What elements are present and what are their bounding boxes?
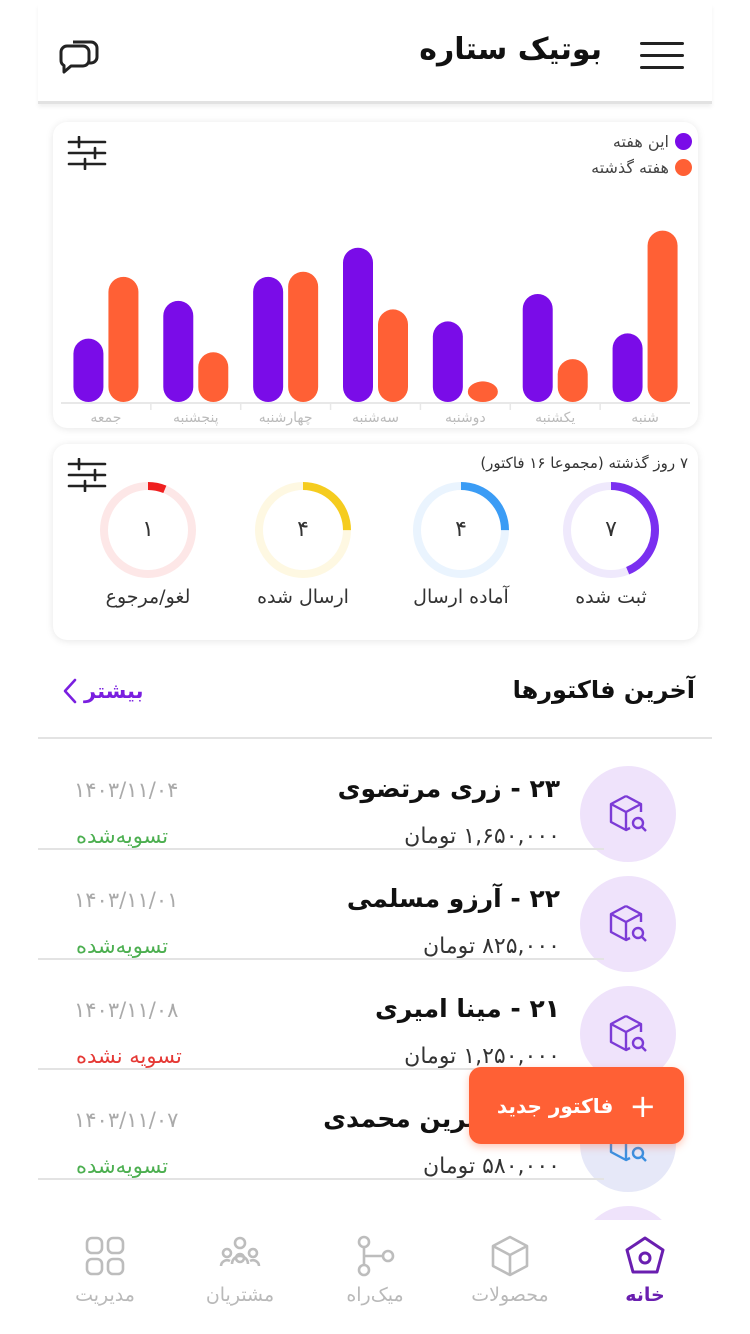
invoice-row[interactable]: ۲۲ - آرزو مسلمی ۱۴۰۳/۱۱/۰۱ ۸۲۵,۰۰۰ تومان… [38, 850, 712, 972]
invoice-status: تسویه‌شده [76, 934, 169, 958]
bar-this-week[interactable] [522, 294, 553, 402]
bar-last-week[interactable] [288, 271, 319, 402]
invoice-date: ۱۴۰۳/۱۱/۰۷ [74, 1108, 179, 1132]
package-search-icon [609, 1014, 647, 1052]
legend-item-last-week: هفته گذشته [591, 154, 692, 180]
invoice-row[interactable]: ۲۱ - مینا امیری ۱۴۰۳/۱۱/۰۸ ۱,۲۵۰,۰۰۰ توم… [38, 960, 712, 1082]
status-label-sent: ارسال شده [257, 586, 349, 608]
bottom-navigation: خانه محصولات میک‌راه مشتریان مدیریت [0, 1220, 750, 1334]
bar-this-week[interactable] [343, 247, 373, 402]
legend-dot [675, 132, 692, 150]
new-invoice-button[interactable]: + فاکتور جدید [469, 1067, 684, 1144]
invoice-customer: ۲۳ - زری مرتضوی [337, 774, 560, 803]
legend-label: هفته گذشته [591, 157, 669, 177]
invoice-customer: ۲۱ - مینا امیری [374, 994, 560, 1023]
legend-label: این هفته [612, 131, 669, 151]
x-tick-label: شنبه [631, 410, 659, 426]
x-tick-label: جمعه [90, 410, 121, 426]
git-branch-icon [357, 1235, 395, 1277]
status-label-registered: ثبت شده [575, 586, 647, 608]
invoice-amount: ۱,۶۵۰,۰۰۰ تومان [404, 824, 560, 849]
bar-this-week[interactable] [253, 276, 284, 402]
bar-last-week[interactable] [198, 352, 229, 402]
bar-this-week[interactable] [73, 338, 104, 402]
x-tick-label: چهارشنبه [259, 410, 313, 426]
bar-this-week[interactable] [163, 300, 194, 402]
invoice-status: تسویه نشده [76, 1044, 182, 1068]
hamburger-menu-icon[interactable] [640, 40, 684, 72]
home-pentagon-icon [625, 1236, 665, 1274]
chart-legend: این هفته هفته گذشته [591, 128, 692, 180]
x-tick-label: یکشنبه [535, 410, 575, 426]
bar-last-week[interactable] [557, 359, 588, 402]
nav-label: مشتریان [205, 1284, 275, 1306]
bar-last-week[interactable] [378, 309, 408, 402]
status-count: ۷ [605, 517, 617, 542]
nav-label: خانه [625, 1284, 665, 1306]
invoice-date: ۱۴۰۳/۱۱/۰۸ [74, 998, 179, 1022]
invoice-row[interactable] [38, 1180, 712, 1220]
package-search-icon [609, 904, 647, 942]
invoice-amount: ۵۸۰,۰۰۰ تومان [422, 1154, 560, 1179]
filter-sliders-icon[interactable] [67, 135, 107, 171]
chat-bubbles-icon[interactable] [56, 34, 102, 80]
invoice-date: ۱۴۰۳/۱۱/۰۱ [74, 888, 179, 912]
status-ring-registered[interactable]: ۷ [561, 480, 661, 580]
box-icon [491, 1235, 529, 1277]
invoice-avatar [580, 1206, 676, 1220]
invoice-row[interactable]: ۲۳ - زری مرتضوی ۱۴۰۳/۱۱/۰۴ ۱,۶۵۰,۰۰۰ توم… [38, 740, 712, 862]
plus-icon: + [629, 1086, 657, 1125]
bar-this-week[interactable] [432, 321, 463, 402]
status-label-ready: آماده ارسال [413, 586, 509, 608]
page-title: بوتیک ستاره [419, 32, 602, 67]
nav-label: محصولات [471, 1284, 549, 1306]
invoice-amount: ۸۲۵,۰۰۰ تومان [422, 934, 560, 959]
status-count: ۴ [455, 517, 467, 542]
status-label-cancelled: لغو/مرجوع [105, 586, 191, 608]
invoice-status-card: ۷ روز گذشته (مجموعا ۱۶ فاکتور) ۷ ثبت شده… [53, 444, 698, 640]
more-label: بیشتر [84, 679, 144, 703]
grid-icon [85, 1236, 125, 1276]
bar-this-week[interactable] [612, 333, 643, 402]
app-header: بوتیک ستاره [38, 4, 712, 104]
section-divider [38, 737, 712, 739]
legend-dot [675, 158, 692, 176]
nav-item-mikrah[interactable]: میک‌راه [305, 1234, 445, 1324]
invoice-amount: ۱,۲۵۰,۰۰۰ تومان [404, 1044, 560, 1069]
invoice-status: تسویه‌شده [76, 824, 169, 848]
status-ring-sent[interactable]: ۴ [253, 480, 353, 580]
x-tick-label: پنجشنبه [173, 410, 219, 426]
chevron-left-icon [63, 678, 77, 704]
status-count: ۴ [297, 517, 309, 542]
status-count: ۱ [142, 517, 154, 542]
legend-item-this-week: این هفته [591, 128, 692, 154]
status-period-text: ۷ روز گذشته (مجموعا ۱۶ فاکتور) [480, 454, 688, 472]
invoice-date: ۱۴۰۳/۱۱/۰۴ [74, 778, 179, 802]
users-icon [219, 1236, 261, 1267]
bar-last-week[interactable] [467, 381, 498, 402]
nav-item-customers[interactable]: مشتریان [170, 1234, 310, 1324]
package-search-icon [609, 794, 647, 832]
weekly-sales-chart-card: شنبه یکشنبه دوشنبه سه‌شنبه چهارشنبه پنجشنبه جم… [53, 122, 698, 428]
invoice-list: ۲۳ - زری مرتضوی ۱۴۰۳/۱۱/۰۴ ۱,۶۵۰,۰۰۰ توم… [0, 740, 750, 1220]
nav-label: مدیریت [75, 1284, 135, 1306]
nav-item-products[interactable]: محصولات [440, 1234, 580, 1324]
invoice-customer: ۲۲ - آرزو مسلمی [346, 884, 560, 913]
latest-invoices-title: آخرین فاکتورها [512, 676, 695, 704]
bar-last-week[interactable] [108, 276, 139, 402]
bar-last-week[interactable] [647, 230, 678, 402]
nav-item-home[interactable]: خانه [575, 1234, 715, 1324]
nav-item-management[interactable]: مدیریت [35, 1234, 175, 1324]
status-ring-ready[interactable]: ۴ [411, 480, 511, 580]
nav-label: میک‌راه [346, 1284, 404, 1306]
more-link[interactable]: بیشتر [62, 678, 143, 704]
status-ring-cancelled[interactable]: ۱ [98, 480, 198, 580]
new-invoice-label: فاکتور جدید [496, 1093, 614, 1118]
invoice-status: تسویه‌شده [76, 1154, 169, 1178]
x-tick-label: دوشنبه [445, 410, 486, 426]
x-tick-label: سه‌شنبه [352, 410, 399, 426]
